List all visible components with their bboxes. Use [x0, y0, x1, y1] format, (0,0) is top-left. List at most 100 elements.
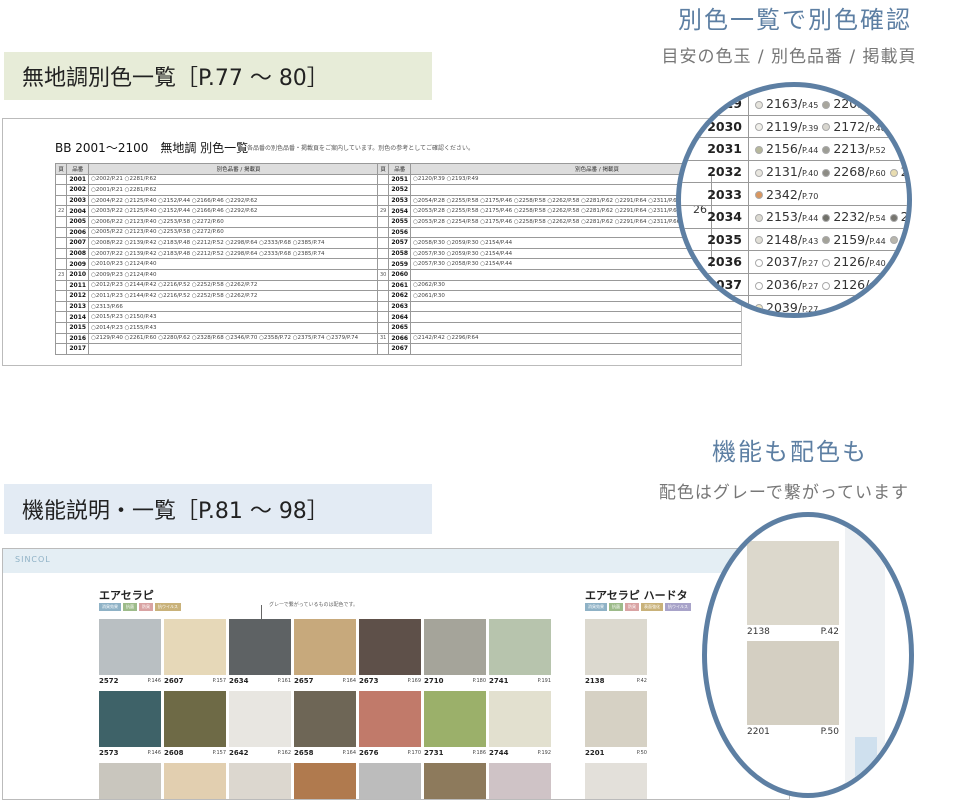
- swatch-page: P.180: [472, 678, 486, 684]
- color-list-title: BB 2001～2100 無地調 別色一覧: [55, 141, 249, 155]
- swatch-label: 2710 P.180: [424, 675, 486, 687]
- category-title-aircerapy-hard: エアセラピ ハードタ: [585, 589, 688, 602]
- alt-page: P.40: [802, 169, 819, 179]
- product-number: 2014: [66, 311, 90, 323]
- alt-code: 2232: [833, 209, 866, 225]
- table-row: 2017: [54, 343, 390, 355]
- alt-code: 2172: [833, 118, 866, 134]
- swatch-label: 2744 P.192: [489, 747, 551, 759]
- swatch-image: [99, 691, 161, 747]
- page-cell: [376, 311, 390, 323]
- magnifier-row: 2029 2163/P.45 2203/P.: [681, 93, 907, 116]
- swatch-card: 2710 P.180: [424, 619, 486, 687]
- swatch-image: [424, 763, 486, 799]
- alt-color-values: ○2002/P.21 ○2281/P.62: [88, 173, 390, 186]
- swatch-label: 2741 P.191: [489, 675, 551, 687]
- function-tag: 消臭効果: [585, 603, 607, 611]
- magnifier-row: 2030 2119/P.39 2172/P.46: [681, 115, 907, 139]
- alt-page: P.52: [869, 146, 886, 156]
- swatch-image: [359, 691, 421, 747]
- magnifier-alt-values: 2131/P.40 2268/P.60 233: [749, 164, 909, 180]
- magnifier-product-number: 2035: [681, 228, 749, 251]
- alt-color-values: ○2012/P.23 ○2144/P.42 ○2216/P.52 ○2252/P…: [88, 279, 390, 292]
- table-row: 2005 ○2006/P.22 ○2123/P.40 ○2253/P.58 ○22…: [54, 215, 390, 228]
- swatch-number: 2741: [489, 677, 509, 685]
- magnifier-alt-values: 2148/P.43 2159/P.44 224: [749, 232, 907, 247]
- swatch-label: 2634 P.161: [229, 675, 291, 687]
- page-cell: [54, 290, 68, 302]
- table-row: 2013 ○2313/P.66: [54, 300, 390, 313]
- color-dot: [755, 281, 763, 290]
- swatch-image: [164, 619, 226, 675]
- product-number: 2011: [66, 279, 90, 292]
- alt-color-values: ○2009/P.23 ○2124/P.40: [88, 268, 390, 281]
- function-list-page: SINCOL エアセラピ エアセラピ ハードタ 消臭効果 抗菌 防臭 抗ウイルス 消臭…: [2, 548, 790, 800]
- magnifier-swatches: 2138 P.42 2201 P.50: [702, 512, 914, 798]
- magnifier-alt-values: 2037/P.27 2126/P.40: [749, 254, 901, 269]
- swatch-number: 2138: [585, 677, 605, 685]
- swatch-number: 2608: [164, 749, 184, 757]
- alt-color-values: ○2015/P.23 ○2150/P.43: [88, 311, 390, 323]
- function-tag: 抗ウイルス: [665, 603, 691, 611]
- product-number: 2016: [66, 332, 90, 345]
- table-row: 2001 ○2002/P.21 ○2281/P.62: [54, 173, 390, 186]
- swatch-page: P.191: [537, 678, 551, 684]
- swatch-card: [424, 763, 486, 799]
- swatch-label: 2607 P.157: [164, 675, 226, 687]
- table-row: 2006 ○2005/P.22 ○2123/P.40 ○2253/P.58 ○22…: [54, 226, 390, 239]
- alt-page: P.44: [802, 146, 819, 156]
- callout-title-function: 機能も配色も: [712, 438, 868, 466]
- swatch-page: P.42: [820, 627, 839, 637]
- page-cell: [376, 279, 390, 292]
- alt-page: P.40: [869, 282, 886, 292]
- magnifier-row: 20322131/P.40 2268/P.60 233: [681, 160, 909, 184]
- product-number: 2004: [66, 205, 90, 217]
- function-tag: 抗ウイルス: [155, 603, 181, 611]
- table-row: 2012 ○2011/P.23 ○2144/P.42 ○2216/P.52 ○22…: [54, 290, 390, 302]
- color-dot: [889, 213, 898, 222]
- product-number: 2060: [388, 268, 412, 281]
- alt-code: 233: [900, 164, 909, 180]
- alt-code: 2126: [833, 254, 866, 270]
- magnifier-alt-values: 2039/P.27: [749, 299, 818, 315]
- section-label-function-list: 機能説明・一覧［P.81 ～ 98］: [4, 484, 432, 534]
- swatch-card: 2608 P.157: [164, 691, 226, 759]
- alt-page: P.39: [802, 123, 819, 133]
- magnifier-swatch-image: [747, 641, 839, 725]
- alt-page: P.43: [802, 236, 819, 246]
- product-number: 2065: [388, 321, 412, 334]
- magnifier-product-number: 2037: [681, 273, 749, 296]
- swatch-page: P.164: [342, 750, 356, 756]
- swatch-page: P.157: [212, 678, 226, 684]
- magnifier-row: 20352148/P.43 2159/P.44 224: [681, 228, 907, 252]
- color-list-page: BB 2001～2100 無地調 別色一覧 各品番の別色品番・掲載頁をご案内して…: [2, 118, 742, 366]
- color-dot: [755, 168, 763, 177]
- alt-color-values: [88, 343, 390, 355]
- alt-page: P.: [869, 101, 876, 111]
- alt-color-values: ○2008/P.22 ○2139/P.42 ○2183/P.48 ○2212/P…: [88, 237, 390, 249]
- callout-subtitle-color-check: 目安の色玉 / 別色品番 / 掲載頁: [661, 47, 917, 67]
- alt-code: 2039: [766, 299, 798, 315]
- swatch-image: [294, 763, 356, 799]
- page-cell: [54, 247, 68, 260]
- swatch-image: [99, 619, 161, 675]
- page-cell: [54, 321, 68, 334]
- product-number: 2062: [388, 290, 412, 302]
- alt-color-values: [410, 321, 741, 334]
- swatch-card: 2673 P.169: [359, 619, 421, 687]
- page-cell: [54, 173, 68, 186]
- color-list-note: 各品番の別色品番・掲載頁をご案内しています。別色の参考としてご確認ください。: [247, 145, 475, 152]
- swatch-image: [585, 619, 647, 675]
- swatch-card: 2731 P.186: [424, 691, 486, 759]
- swatch-card: [359, 763, 421, 799]
- alt-page: P.45: [802, 101, 819, 111]
- swatch-card: 2744 P.192: [489, 691, 551, 759]
- page-cell: [376, 237, 390, 249]
- color-dot: [889, 236, 898, 245]
- swatch-card: [164, 763, 226, 799]
- color-dot: [889, 168, 898, 177]
- color-list-table-left: 頁品番 別色品番 / 掲載頁 2001 ○2002/P.21 ○2281/P.62 20…: [54, 163, 390, 355]
- swatch-page: P.50: [636, 750, 647, 756]
- page-cell: [54, 194, 68, 207]
- swatch-image: [229, 619, 291, 675]
